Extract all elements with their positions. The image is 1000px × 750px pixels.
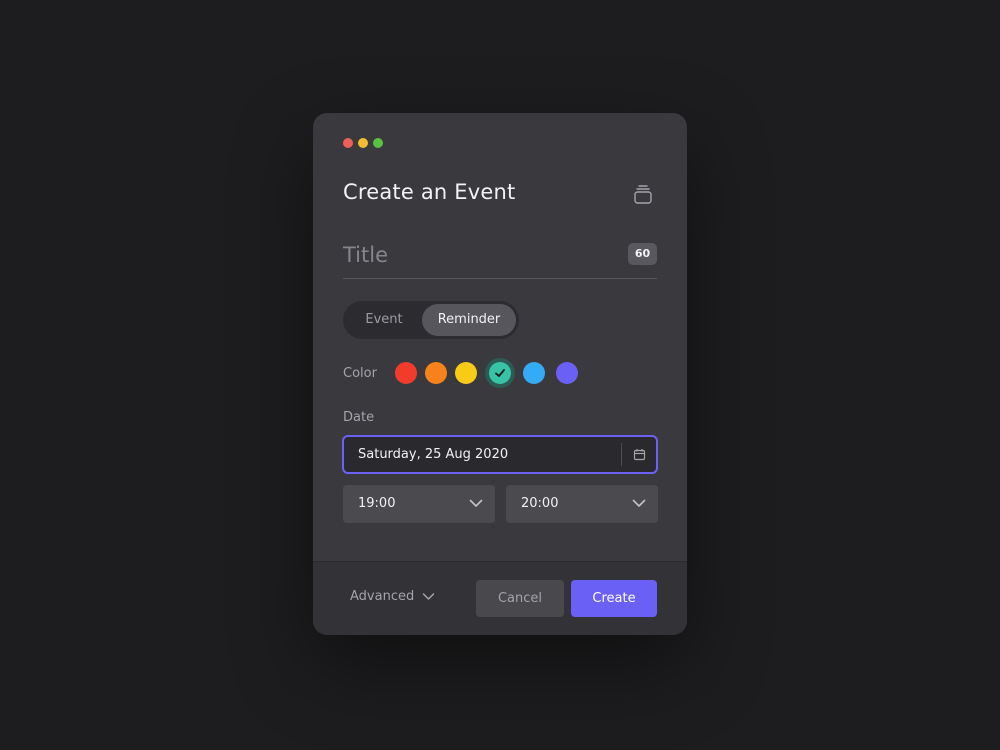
cancel-button[interactable]: Cancel	[476, 580, 564, 617]
color-swatch-yellow[interactable]	[455, 362, 477, 384]
dialog-title: Create an Event	[343, 180, 516, 204]
color-label: Color	[343, 366, 377, 381]
calendar-icon[interactable]	[633, 448, 646, 461]
color-swatch-purple[interactable]	[556, 362, 578, 384]
chevron-down-icon	[632, 499, 646, 507]
create-button[interactable]: Create	[571, 580, 657, 617]
dialog-footer: Advanced Cancel Create	[313, 561, 687, 635]
tab-event[interactable]: Event	[346, 304, 422, 336]
color-swatch-blue[interactable]	[523, 362, 545, 384]
color-swatch-red[interactable]	[395, 362, 417, 384]
date-divider	[621, 443, 622, 466]
minimize-window-button[interactable]	[358, 138, 368, 148]
checkmark-icon	[495, 369, 505, 377]
color-swatch-orange[interactable]	[425, 362, 447, 384]
end-time-select[interactable]: 20:00	[506, 485, 658, 523]
chevron-down-icon	[422, 593, 435, 600]
color-swatch-teal[interactable]	[489, 362, 511, 384]
stack-icon[interactable]	[632, 184, 654, 206]
date-value: Saturday, 25 Aug 2020	[358, 447, 509, 462]
window-controls	[343, 138, 383, 148]
date-field[interactable]: Saturday, 25 Aug 2020	[342, 435, 658, 474]
type-toggle: Event Reminder	[343, 301, 519, 339]
advanced-toggle[interactable]: Advanced	[350, 589, 435, 604]
close-window-button[interactable]	[343, 138, 353, 148]
title-input[interactable]	[343, 238, 613, 272]
end-time-value: 20:00	[521, 496, 559, 511]
date-label: Date	[343, 410, 375, 425]
create-event-dialog: Create an Event 60 Event Reminder Color …	[313, 113, 687, 635]
title-field: 60	[343, 238, 657, 279]
tab-reminder[interactable]: Reminder	[422, 304, 516, 336]
start-time-value: 19:00	[358, 496, 396, 511]
chevron-down-icon	[469, 499, 483, 507]
advanced-label: Advanced	[350, 589, 415, 604]
char-limit-badge: 60	[628, 243, 657, 265]
start-time-select[interactable]: 19:00	[343, 485, 495, 523]
maximize-window-button[interactable]	[373, 138, 383, 148]
